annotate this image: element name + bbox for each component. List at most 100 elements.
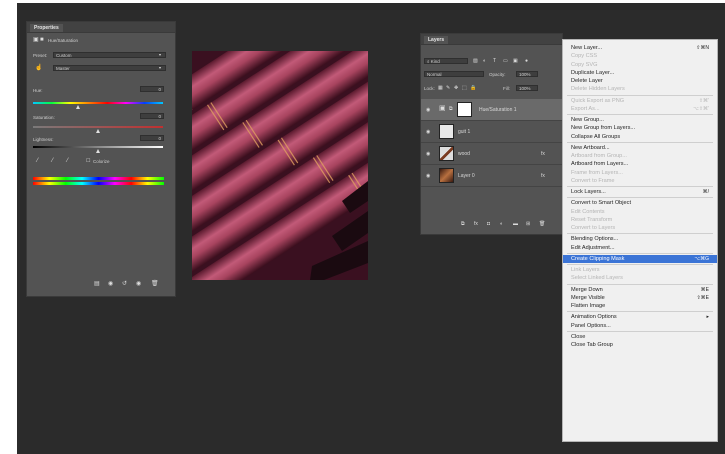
visibility-eye-icon[interactable]: ◉ — [426, 129, 430, 135]
channel-select[interactable]: Master — [53, 65, 166, 71]
menu-item-label: Frame from Layers... — [571, 169, 623, 176]
menu-item-blending-options[interactable]: Blending Options... — [563, 235, 717, 243]
menu-item-label: Delete Hidden Layers — [571, 86, 625, 93]
menu-item-delete-layer[interactable]: Delete Layer — [563, 77, 717, 85]
layer-name: wood — [458, 151, 470, 157]
menu-item-convert-to-smart-object[interactable]: Convert to Smart Object — [563, 199, 717, 207]
saturation-input[interactable]: 0 — [140, 113, 164, 119]
layer-mask-thumbnail[interactable] — [457, 102, 472, 117]
filter-adjustment-icon[interactable]: ◐ — [483, 58, 486, 64]
menu-item-close[interactable]: Close — [563, 333, 717, 341]
menu-item-label: Convert to Layers — [571, 225, 616, 231]
adjustment-layer-icon: ▣ — [33, 37, 39, 43]
add-mask-icon[interactable]: ◘ — [487, 221, 490, 227]
lightness-slider-thumb[interactable] — [96, 149, 100, 153]
menu-item-label: Close — [571, 333, 586, 340]
layer-row-wood[interactable]: ◉ wood fx — [421, 143, 562, 165]
menu-item-label: Copy CSS — [571, 53, 598, 60]
view-previous-icon[interactable]: ◉ — [108, 281, 113, 287]
link-layers-icon[interactable]: ⧉ — [461, 221, 465, 227]
menu-item-merge-down[interactable]: Merge Down ⌘E — [563, 286, 717, 294]
menu-item-merge-visible[interactable]: Merge Visible ⇧⌘E — [563, 294, 717, 302]
lock-position-icon[interactable]: ✥ — [454, 85, 458, 91]
trash-icon[interactable]: 🗑 — [151, 281, 159, 287]
saturation-slider-thumb[interactable] — [96, 129, 100, 133]
saturation-slider[interactable] — [33, 126, 163, 128]
lock-image-icon[interactable]: ✎ — [446, 85, 450, 91]
tab-properties[interactable]: Properties — [30, 24, 63, 32]
hue-slider[interactable] — [33, 102, 163, 104]
lock-transparent-icon[interactable]: ▦ — [438, 85, 443, 91]
menu-item-label: Select Linked Layers — [571, 275, 623, 282]
menu-item-new-group[interactable]: New Group... — [563, 116, 717, 124]
menu-item-label: New Group from Layers... — [571, 125, 636, 132]
blend-mode-value: Normal — [427, 72, 442, 77]
filter-toggle-icon[interactable]: ● — [525, 58, 528, 64]
hand-target-icon[interactable]: ☝ — [35, 65, 42, 71]
menu-item-label: Artboard from Layers... — [571, 161, 629, 168]
new-adjustment-icon[interactable]: ◐ — [500, 221, 503, 227]
fx-badge[interactable]: fx — [541, 173, 545, 179]
fill-input[interactable]: 100% — [516, 85, 538, 91]
menu-item-label: Copy SVG — [571, 61, 598, 68]
menu-item-collapse-all-groups[interactable]: Collapse All Groups — [563, 133, 717, 141]
visibility-eye-icon[interactable]: ◉ — [426, 173, 430, 179]
menu-item-flatten-image[interactable]: Flatten Image — [563, 302, 717, 310]
layer-row-hue-saturation[interactable]: ◉ ▣ ⧉ Hue/Saturation 1 — [421, 99, 562, 121]
menu-item-new-group-from-layers[interactable]: New Group from Layers... — [563, 124, 717, 132]
trash-icon[interactable]: 🗑 — [539, 221, 545, 227]
fx-badge[interactable]: fx — [541, 151, 545, 157]
lightness-slider[interactable] — [33, 146, 163, 148]
filter-type-icon[interactable]: T — [493, 58, 496, 64]
menu-item-label: Artboard from Group... — [571, 153, 627, 159]
filter-shape-icon[interactable]: ▭ — [503, 58, 508, 64]
menu-item-copy-css: Copy CSS — [563, 52, 717, 60]
lightness-label: Lightness: — [33, 137, 54, 142]
hue-slider-thumb[interactable] — [76, 105, 80, 109]
lock-all-icon[interactable]: 🔒 — [470, 85, 476, 91]
lock-artboard-icon[interactable]: ⬚ — [462, 85, 467, 91]
visibility-eye-icon[interactable]: ◉ — [136, 281, 141, 287]
layer-filter-select[interactable]: ⌕ Kind — [424, 58, 468, 64]
clip-to-layer-icon[interactable]: ▤ — [94, 281, 100, 287]
menu-item-close-tab-group[interactable]: Close Tab Group — [563, 341, 717, 349]
visibility-eye-icon[interactable]: ◉ — [426, 107, 430, 113]
reset-icon[interactable]: ↺ — [122, 281, 127, 287]
layer-name: Layer 0 — [458, 173, 475, 179]
opacity-input[interactable]: 100% — [516, 71, 538, 77]
menu-item-lock-layers[interactable]: Lock Layers... ⌘/ — [563, 188, 717, 196]
hue-input[interactable]: 0 — [140, 86, 164, 92]
filter-pixel-icon[interactable]: ▨ — [473, 58, 478, 64]
add-layer-style-icon[interactable]: fx — [474, 221, 478, 227]
menu-item-create-clipping-mask[interactable]: Create Clipping Mask ⌥⌘G — [563, 254, 717, 263]
colorize-checkbox[interactable]: ☐ — [86, 158, 90, 164]
chain-link-icon: ⧉ — [449, 106, 453, 112]
eyedropper-plus-icon[interactable]: ⁄ — [52, 158, 53, 164]
preset-select[interactable]: Custom — [53, 52, 166, 58]
eyedropper-icon[interactable]: ⁄ — [37, 158, 38, 164]
blend-mode-select[interactable]: Normal — [424, 71, 484, 77]
menu-item-edit-adjustment[interactable]: Edit Adjustment... — [563, 244, 717, 252]
visibility-eye-icon[interactable]: ◉ — [426, 151, 430, 157]
eyedropper-minus-icon[interactable]: ⁄ — [67, 158, 68, 164]
menu-item-label: Panel Options... — [571, 322, 611, 329]
menu-separator — [567, 330, 713, 332]
menu-item-duplicate-layer[interactable]: Duplicate Layer... — [563, 69, 717, 77]
mask-icon[interactable]: ■ — [40, 37, 44, 43]
filter-smart-object-icon[interactable]: ▣ — [513, 58, 518, 64]
menu-item-edit-contents: Edit Contents — [563, 208, 717, 216]
menu-item-artboard-from-layers[interactable]: Artboard from Layers... — [563, 160, 717, 168]
menu-item-new-artboard[interactable]: New Artboard... — [563, 144, 717, 152]
chevron-down-icon: ▾ — [159, 65, 162, 70]
document-canvas-image[interactable] — [192, 51, 368, 280]
new-group-icon[interactable]: ▬ — [513, 221, 518, 227]
menu-item-panel-options[interactable]: Panel Options... — [563, 322, 717, 330]
menu-item-animation-options[interactable]: Animation Options ▸ — [563, 313, 717, 321]
chevron-down-icon: ▾ — [159, 52, 162, 57]
new-layer-icon[interactable]: ⊞ — [526, 221, 530, 227]
menu-item-new-layer[interactable]: New Layer... ⇧⌘N — [563, 44, 717, 52]
layer-row-layer-0[interactable]: ◉ Layer 0 fx — [421, 165, 562, 187]
lightness-input[interactable]: 0 — [140, 135, 164, 141]
tab-layers[interactable]: Layers — [424, 36, 449, 44]
layer-row-guit-1[interactable]: ◉ guit 1 — [421, 121, 562, 143]
